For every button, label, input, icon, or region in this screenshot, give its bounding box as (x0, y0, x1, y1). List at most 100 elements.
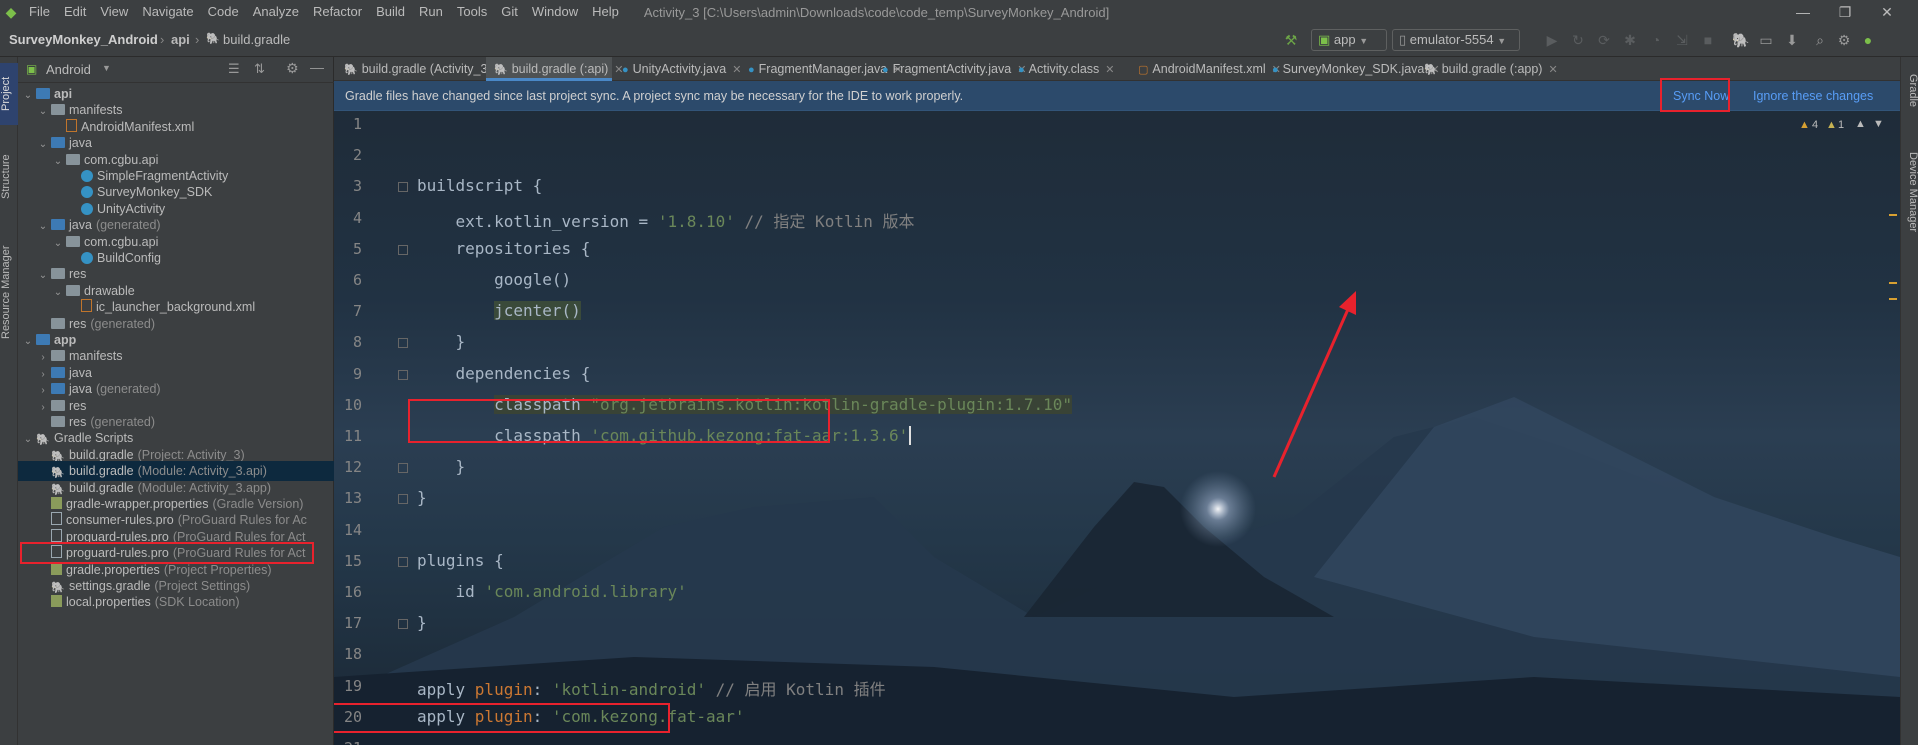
stop-icon[interactable]: ■ (1700, 32, 1716, 48)
tree-item[interactable]: local.properties (SDK Location) (18, 592, 334, 612)
menu-bar: ◆ File Edit View Navigate Code Analyze R… (0, 0, 1918, 24)
phone-icon: ▯ (1399, 32, 1407, 47)
menu-help[interactable]: Help (585, 0, 626, 24)
menu-view[interactable]: View (93, 0, 135, 24)
tool-tab-structure[interactable]: Structure (0, 137, 18, 217)
tree-item-label: build.gradle (69, 464, 134, 479)
tool-tab-resource-manager[interactable]: Resource Manager (0, 227, 18, 357)
properties-file-icon (51, 562, 62, 575)
tree-item-label: res (69, 415, 87, 429)
search-icon[interactable]: ⌕ (1812, 32, 1828, 48)
menu-analyze[interactable]: Analyze (246, 0, 306, 24)
collapse-all-icon[interactable]: ☰ (228, 61, 240, 77)
tree-item-label: app (54, 333, 77, 347)
tree-item-label: local.properties (66, 595, 151, 610)
xml-file-icon (81, 299, 92, 313)
tree-item-label: SurveyMonkey_SDK (97, 185, 213, 200)
tree-item-annotation: (generated) (95, 218, 161, 233)
breadcrumb-module[interactable]: api (171, 32, 190, 47)
proguard-file-icon (51, 512, 62, 526)
annotation-highlight-box (20, 542, 314, 564)
device-manager-icon[interactable]: ▭ (1758, 32, 1774, 48)
breadcrumb-file[interactable]: build.gradle (223, 32, 290, 47)
close-icon[interactable]: ✕ (1866, 0, 1908, 24)
tree-item-label: manifests (69, 349, 123, 364)
navigation-toolbar: SurveyMonkey_Android › api › 🐘 build.gra… (0, 24, 1918, 57)
menu-tools[interactable]: Tools (450, 0, 494, 24)
menu-build[interactable]: Build (369, 0, 412, 24)
source-folder-icon (51, 366, 65, 378)
folder-icon (51, 416, 65, 427)
rerun-icon[interactable]: ↻ (1570, 32, 1586, 48)
gear-icon[interactable]: ⚙ (1836, 32, 1852, 48)
chevron-down-icon: ▼ (1497, 36, 1507, 46)
profile-icon[interactable]: ◔ (1648, 32, 1664, 48)
source-folder-icon (51, 383, 65, 395)
tool-tab-device-manager[interactable]: Device Manager (1901, 137, 1918, 247)
right-tool-strip: Gradle Device Manager (1900, 57, 1918, 745)
tree-item-annotation: (generated) (90, 316, 155, 331)
properties-file-icon (51, 595, 62, 608)
android-icon: ▣ (1318, 32, 1331, 47)
tree-item-label: BuildConfig (97, 251, 161, 265)
tree-item-label: build.gradle (69, 480, 134, 495)
tool-tab-gradle[interactable]: Gradle (1901, 63, 1918, 119)
menu-run[interactable]: Run (412, 0, 450, 24)
chevron-down-icon[interactable]: ▼ (102, 63, 111, 73)
menu-code[interactable]: Code (201, 0, 246, 24)
tree-item-label: SimpleFragmentActivity (97, 169, 229, 183)
project-panel: ▣ Android ▼ ☰ ⇅ ⚙ — ⌄ api ⌄ manifests Androi… (18, 57, 334, 745)
tree-item-label: build.gradle (69, 447, 134, 462)
tree-item-label: gradle-wrapper.properties (66, 497, 209, 511)
properties-file-icon (51, 497, 62, 509)
sdk-manager-icon[interactable]: ⬇ (1784, 32, 1800, 48)
tree-item-label: res (69, 316, 87, 331)
tree-item-label: Gradle Scripts (54, 431, 134, 446)
menu-refactor[interactable]: Refactor (306, 0, 369, 24)
device-label: emulator-5554 (1409, 32, 1494, 47)
menu-window[interactable]: Window (525, 0, 585, 24)
tree-item-label: com.cgbu.api (84, 152, 159, 167)
breadcrumb-separator: › (160, 32, 165, 47)
annotation-arrow (1272, 291, 1356, 478)
account-icon[interactable]: ● (1860, 32, 1876, 48)
tree-item-label: java (69, 365, 92, 380)
tree-item-annotation: (Module: Activity_3.app) (137, 480, 272, 495)
android-studio-logo-icon: ◆ (5, 3, 17, 20)
run-config-select[interactable]: ▣ app ▼ (1311, 29, 1387, 51)
breadcrumb-project[interactable]: SurveyMonkey_Android (9, 32, 158, 47)
tree-item-annotation: (Project Settings) (154, 579, 251, 593)
hide-panel-icon[interactable]: — (310, 59, 324, 75)
menu-file[interactable]: File (22, 0, 57, 24)
sync-gradle-icon[interactable]: 🐘 (1732, 32, 1749, 48)
gear-icon[interactable]: ⚙ (286, 60, 299, 77)
android-icon: ▣ (26, 62, 38, 76)
device-select[interactable]: ▯ emulator-5554 ▼ (1392, 29, 1520, 51)
package-icon (66, 153, 80, 165)
debug-icon[interactable]: ✱ (1622, 32, 1638, 48)
tree-item-label: com.cgbu.api (84, 234, 159, 249)
project-tree: ⌄ api ⌄ manifests AndroidManifest.xml ⌄ java ⌄ c… (18, 84, 334, 744)
expand-all-icon[interactable]: ⇅ (254, 61, 265, 77)
menu-navigate[interactable]: Navigate (135, 0, 200, 24)
menu-edit[interactable]: Edit (57, 0, 93, 24)
tree-item-label: AndroidManifest.xml (81, 119, 195, 134)
apply-changes-icon[interactable]: ⟳ (1596, 32, 1612, 48)
folder-icon (51, 268, 65, 280)
tree-item-label: java (69, 382, 92, 397)
maximize-icon[interactable]: ❐ (1824, 0, 1866, 24)
view-mode-select[interactable]: Android (46, 62, 91, 77)
class-icon (81, 252, 93, 264)
chevron-down-icon: ▼ (1359, 36, 1369, 46)
tree-item-label: settings.gradle (69, 579, 151, 593)
attach-debugger-icon[interactable]: ⇲ (1674, 32, 1690, 48)
run-icon[interactable]: ▶ (1544, 32, 1560, 48)
tool-tab-project[interactable]: Project (0, 63, 18, 125)
tree-item-annotation: (SDK Location) (154, 595, 240, 610)
menu-git[interactable]: Git (494, 0, 525, 24)
minimize-icon[interactable]: — (1782, 0, 1824, 24)
tree-item-annotation: (ProGuard Rules for Ac (177, 513, 307, 528)
tree-item-label: res (69, 398, 87, 413)
source-folder-icon (51, 137, 65, 149)
build-hammer-icon[interactable]: ⚒ (1283, 32, 1299, 48)
